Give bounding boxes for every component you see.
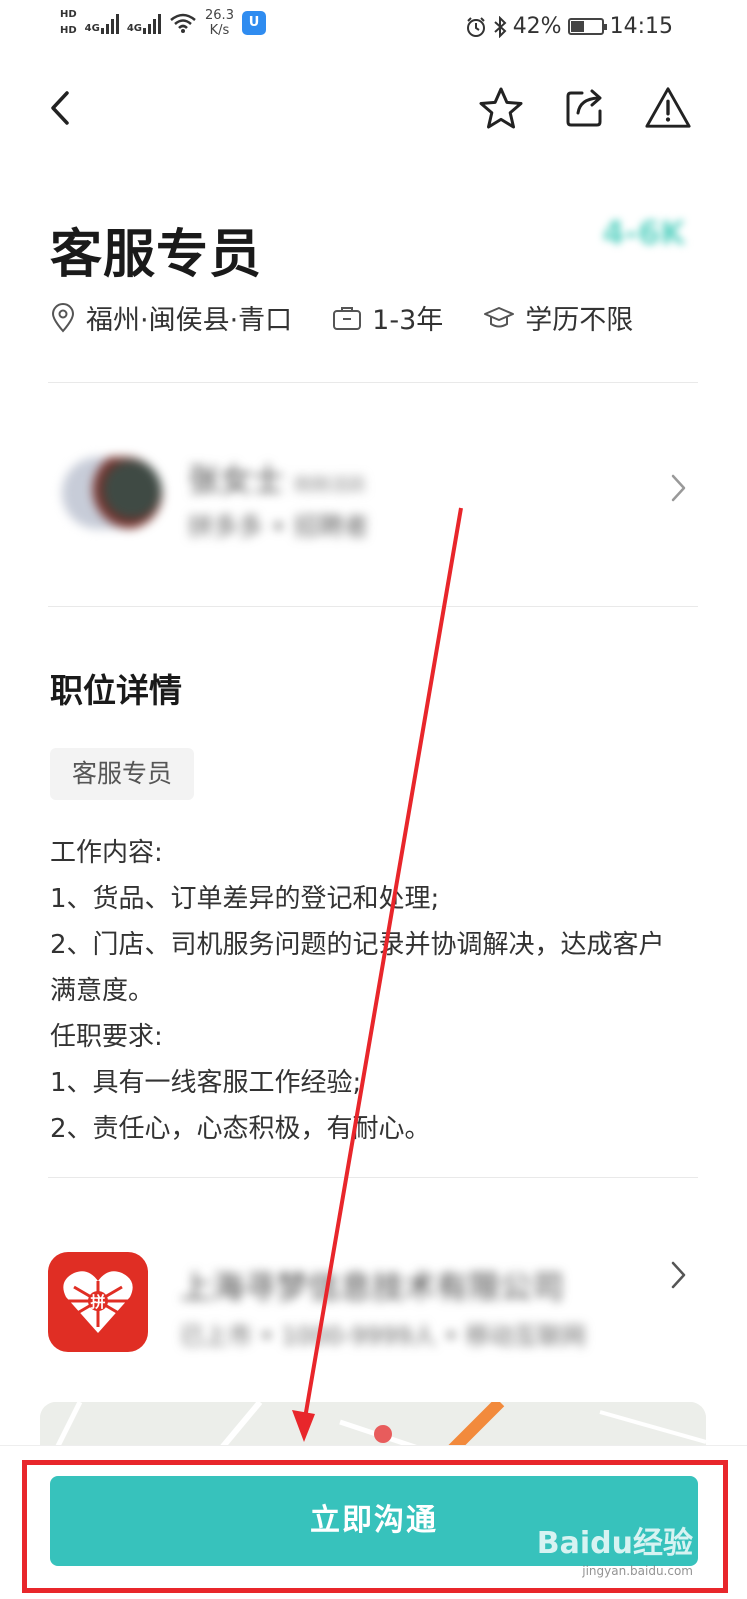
back-arrow-icon	[51, 91, 69, 125]
company-card[interactable]: 拼 上海寻梦信息技术有限公司 已上市 • 1000-9999人 • 移动互联网	[48, 1250, 698, 1352]
chevron-right-icon	[671, 1261, 686, 1289]
share-icon	[566, 89, 602, 127]
hd2-label: HD	[60, 25, 77, 36]
education-item: 学历不限	[483, 298, 633, 337]
watermark-brand2: du	[590, 1526, 633, 1561]
hd-indicator: HD HD	[60, 9, 77, 37]
company-subtitle: 已上市 • 1000-9999人 • 移动互联网	[180, 1322, 586, 1350]
section-title: 职位详情	[50, 671, 182, 710]
location-item: 福州·闽侯县·青口	[50, 298, 292, 337]
divider	[48, 606, 698, 607]
net2-label: 4G	[126, 23, 143, 34]
report-button[interactable]	[644, 84, 692, 132]
bluetooth-icon	[494, 15, 507, 38]
briefcase-icon	[333, 306, 362, 330]
description-line: 工作内容:	[50, 838, 163, 868]
star-icon	[479, 87, 523, 129]
divider	[48, 1177, 698, 1178]
report-warning-icon	[645, 87, 691, 128]
education-text: 学历不限	[525, 305, 634, 336]
job-title: 客服专员	[50, 225, 263, 285]
recruiter-name-row: 张女士 刚刚活跃	[188, 455, 366, 501]
description-line: 1、货品、订单差异的登记和处理;	[50, 884, 440, 914]
recruiter-status: 刚刚活跃	[294, 475, 367, 496]
clock: 14:15	[609, 14, 673, 39]
signal-1: 4G	[85, 12, 119, 34]
watermark-brand: Bai	[536, 1526, 591, 1561]
company-logo: 拼	[48, 1252, 148, 1352]
back-button[interactable]	[36, 84, 84, 132]
wifi-icon	[170, 13, 196, 33]
network-speed: 26.3 K/s	[205, 8, 234, 38]
recruiter-subtitle: 拼多多 • 招聘者	[188, 512, 369, 541]
status-right: 42% 14:15	[465, 14, 673, 39]
location-pin-icon	[51, 302, 75, 332]
job-description: 工作内容: 1、货品、订单差异的登记和处理; 2、门店、司机服务问题的记录并协调…	[50, 830, 690, 1152]
top-nav	[0, 70, 747, 140]
location-text: 福州·闽侯县·青口	[86, 305, 293, 336]
description-line: 1、具有一线客服工作经验;	[50, 1068, 362, 1098]
divider	[48, 382, 698, 383]
status-bar: HD HD 4G 4G 26.3 K/s U 42% 14:15	[0, 0, 747, 60]
watermark-url: jingyan.baidu.com	[582, 1564, 693, 1578]
graduation-cap-icon	[484, 306, 515, 327]
bottom-bar: 立即沟通 Baidu经验 jingyan.baidu.com	[0, 1445, 747, 1599]
watermark: Baidu经验 jingyan.baidu.com	[537, 1518, 693, 1578]
status-left: HD HD 4G 4G 26.3 K/s U	[60, 8, 266, 38]
watermark-suffix: 经验	[633, 1526, 693, 1561]
pinduoduo-logo-icon: 拼	[63, 1271, 133, 1333]
description-line: 2、责任心，心态积极，有耐心。	[50, 1114, 431, 1144]
signal-2: 4G	[126, 12, 162, 34]
share-button[interactable]	[561, 84, 609, 132]
experience-text: 1-3年	[372, 305, 444, 336]
job-meta: 福州·闽侯县·青口 1-3年 学历不限	[50, 298, 673, 337]
hd1-label: HD	[60, 9, 77, 20]
favorite-button[interactable]	[477, 84, 525, 132]
company-name: 上海寻梦信息技术有限公司	[180, 1268, 565, 1306]
battery-percent: 42%	[512, 14, 562, 39]
recruiter-name: 张女士	[188, 461, 285, 499]
experience-item: 1-3年	[332, 298, 443, 337]
app-notification-icon: U	[241, 11, 266, 35]
avatar	[62, 457, 162, 529]
description-line: 任职要求:	[50, 1022, 163, 1052]
alarm-icon	[466, 16, 485, 37]
battery-icon	[567, 18, 607, 35]
chevron-right-icon	[671, 474, 686, 502]
salary: 4-6K	[602, 214, 685, 252]
recruiter-card[interactable]: 张女士 刚刚活跃 拼多多 • 招聘者	[48, 445, 698, 555]
speed-value: 26.3	[205, 8, 234, 23]
signal-bars-icon	[143, 12, 162, 34]
speed-unit: K/s	[209, 23, 230, 38]
job-tag: 客服专员	[50, 748, 195, 800]
logo-text: 拼	[90, 1293, 105, 1311]
signal-bars-icon	[100, 12, 119, 34]
description-line: 2、门店、司机服务问题的记录并协调解决，达成客户满意度。	[50, 930, 665, 1006]
net1-label: 4G	[84, 23, 100, 34]
